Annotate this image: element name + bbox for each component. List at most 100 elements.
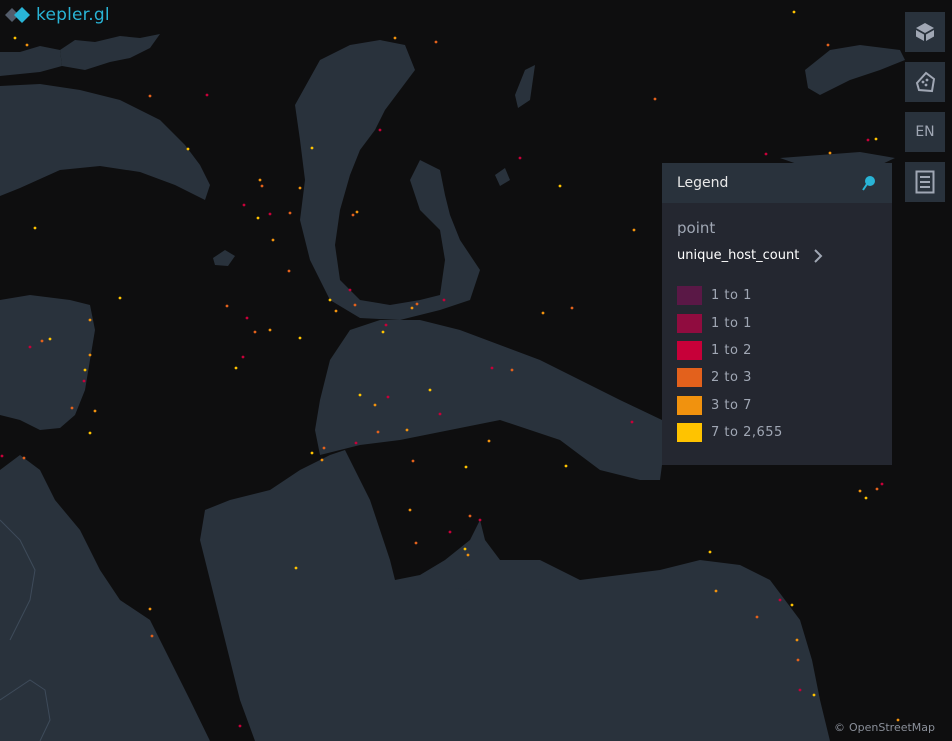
app-logo[interactable]: kepler.gl <box>4 4 110 26</box>
legend-toggle-button[interactable] <box>905 162 945 202</box>
data-point <box>353 303 357 307</box>
locale-button[interactable]: EN <box>905 112 945 152</box>
data-point <box>225 304 229 308</box>
layers-3d-button[interactable] <box>905 12 945 52</box>
data-point <box>570 306 574 310</box>
data-point <box>148 607 152 611</box>
data-point <box>256 216 260 220</box>
legend-swatch <box>677 313 702 333</box>
data-point <box>373 403 377 407</box>
data-point <box>487 439 491 443</box>
legend-field-row[interactable]: unique_host_count <box>677 248 823 263</box>
data-point <box>88 318 92 322</box>
legend-range-label: 2 to 3 <box>711 370 752 386</box>
data-point <box>320 458 324 462</box>
legend-swatch <box>677 286 702 306</box>
data-point <box>405 428 409 432</box>
legend-range-label: 7 to 2,655 <box>711 425 783 441</box>
data-point <box>245 316 249 320</box>
data-point <box>795 638 799 642</box>
locale-label: EN <box>915 124 935 140</box>
data-point <box>150 634 154 638</box>
legend-list-icon <box>915 170 935 194</box>
data-point <box>708 550 712 554</box>
data-point <box>83 368 87 372</box>
data-point <box>755 615 759 619</box>
data-point <box>880 482 884 486</box>
data-point <box>858 489 862 493</box>
data-point <box>518 156 522 160</box>
data-point <box>376 430 380 434</box>
logo-text: kepler.gl <box>36 5 110 25</box>
layers-3d-icon <box>916 23 934 41</box>
data-point <box>355 210 359 214</box>
legend-item: 2 to 3 <box>677 364 783 391</box>
data-point <box>88 353 92 357</box>
legend-range-label: 3 to 7 <box>711 397 752 413</box>
legend-item: 1 to 1 <box>677 309 783 336</box>
data-point <box>408 508 412 512</box>
legend-items: 1 to 1 1 to 1 1 to 2 2 to 3 3 to 7 7 to 2,655 <box>677 282 783 446</box>
data-point <box>186 147 190 151</box>
data-point <box>428 388 432 392</box>
data-point <box>381 330 385 334</box>
legend-swatch <box>677 368 702 388</box>
data-point <box>478 518 482 522</box>
legend-field-name: unique_host_count <box>677 248 800 263</box>
data-point <box>490 366 494 370</box>
kepler-logo-icon <box>5 7 30 23</box>
data-point <box>442 298 446 302</box>
data-point <box>414 541 418 545</box>
data-point <box>464 465 468 469</box>
data-point <box>358 393 362 397</box>
data-point <box>438 412 442 416</box>
draw-polygon-button[interactable] <box>905 62 945 102</box>
data-point <box>294 566 298 570</box>
data-point <box>354 441 358 445</box>
data-point <box>260 184 264 188</box>
data-point <box>764 152 768 156</box>
legend-panel: Legend point unique_host_count 1 to 11 t… <box>662 163 892 465</box>
data-point <box>415 302 419 306</box>
legend-item: 1 to 1 <box>677 282 783 309</box>
legend-header: Legend <box>662 163 892 203</box>
data-point <box>812 693 816 697</box>
data-point <box>0 454 4 458</box>
data-point <box>826 43 830 47</box>
legend-item: 7 to 2,655 <box>677 419 783 446</box>
attribution: © OpenStreetMap <box>834 721 935 734</box>
data-point <box>310 146 314 150</box>
chevron-right-icon[interactable] <box>813 248 823 263</box>
data-point <box>874 137 878 141</box>
data-point <box>268 328 272 332</box>
data-point <box>258 178 262 182</box>
data-point <box>386 395 390 399</box>
data-point <box>384 323 388 327</box>
data-point <box>40 339 44 343</box>
data-point <box>288 211 292 215</box>
legend-swatch <box>677 423 702 443</box>
data-point <box>234 366 238 370</box>
attribution-link[interactable]: OpenStreetMap <box>849 721 935 734</box>
draw-polygon-icon <box>915 71 936 93</box>
data-point <box>271 238 275 242</box>
data-point <box>268 212 272 216</box>
data-point <box>792 10 796 14</box>
pin-icon[interactable] <box>862 175 876 191</box>
data-point <box>510 368 514 372</box>
data-point <box>778 598 782 602</box>
data-point <box>866 138 870 142</box>
legend-swatch <box>677 340 702 360</box>
data-point <box>118 296 122 300</box>
data-point <box>558 184 562 188</box>
data-point <box>25 43 29 47</box>
data-point <box>410 306 414 310</box>
copyright-symbol: © <box>834 721 845 734</box>
data-point <box>798 688 802 692</box>
data-point <box>328 298 332 302</box>
data-point <box>253 330 257 334</box>
data-point <box>411 459 415 463</box>
data-point <box>93 409 97 413</box>
data-point <box>541 311 545 315</box>
data-point <box>348 288 352 292</box>
